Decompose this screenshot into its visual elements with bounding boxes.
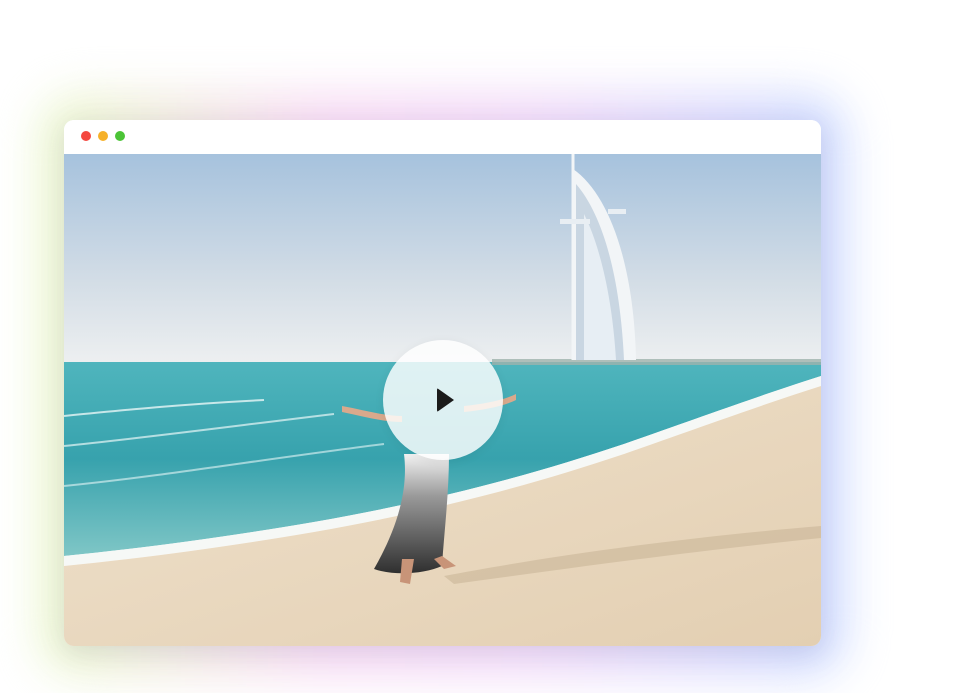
close-window-dot[interactable] [81, 131, 91, 141]
maximize-window-dot[interactable] [115, 131, 125, 141]
play-button[interactable] [383, 340, 503, 460]
page-canvas [0, 0, 965, 693]
video-player[interactable] [64, 154, 821, 646]
play-icon [437, 388, 454, 412]
minimize-window-dot[interactable] [98, 131, 108, 141]
browser-window [64, 120, 821, 646]
window-titlebar [64, 120, 821, 155]
